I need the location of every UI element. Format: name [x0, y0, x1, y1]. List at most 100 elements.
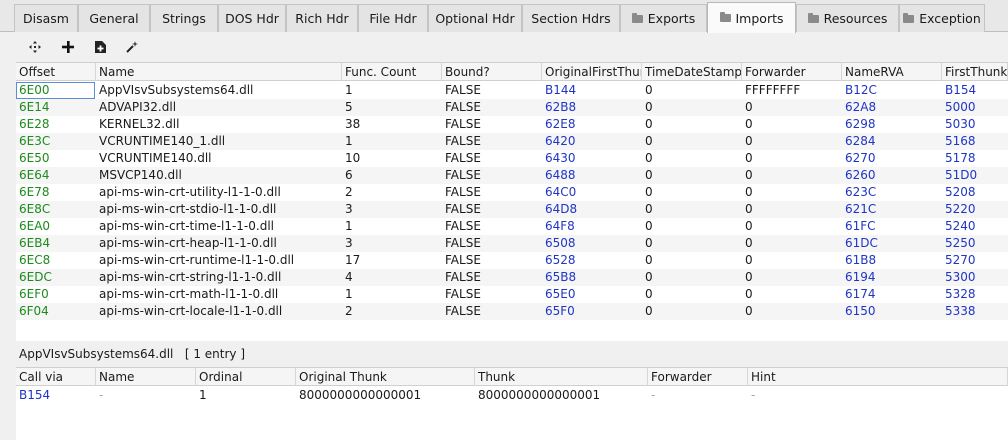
column-header-name[interactable]: Name — [96, 63, 342, 81]
cell-forwarder: - — [651, 388, 656, 402]
import-row[interactable]: 6E64 MSVCP140.dll 6 FALSE 6488 0 0 6260 51D0 — [16, 167, 1008, 184]
column-header-func-count[interactable]: Func. Count — [342, 63, 442, 81]
details-caption: AppVIsvSubsystems64.dll [ 1 entry ] — [19, 347, 246, 361]
column-header-originalfirstthunk[interactable]: OriginalFirstThunk — [542, 63, 642, 81]
cell-bound: FALSE — [445, 134, 481, 148]
cell-func-count: 1 — [345, 83, 353, 97]
add-file-button[interactable] — [89, 36, 111, 58]
tab-dos-hdr[interactable]: DOS Hdr — [218, 4, 286, 32]
import-row[interactable]: 6E3C VCRUNTIME140_1.dll 1 FALSE 6420 0 0 6284 51… — [16, 133, 1008, 150]
column-header-firstthunk[interactable]: FirstThunk — [942, 63, 1008, 81]
column-header-forwarder[interactable]: Forwarder — [742, 63, 842, 81]
imports-table: Offset Name Func. Count Bound? OriginalFirst… — [16, 62, 1008, 341]
cell-firstthunk: 5030 — [945, 117, 976, 131]
cell-firstthunk: 51D0 — [945, 168, 978, 182]
tab-resources[interactable]: Resources — [796, 4, 899, 32]
move-icon — [29, 41, 41, 53]
column-header-thunk[interactable]: Thunk — [475, 368, 648, 386]
import-row[interactable]: 6E28 KERNEL32.dll 38 FALSE 62E8 0 0 6298 5030 — [16, 116, 1008, 133]
tab-section-hdrs[interactable]: Section Hdrs — [522, 4, 620, 32]
cell-namerva: B12C — [845, 83, 877, 97]
cell-timedatestamp: 0 — [645, 202, 653, 216]
import-row[interactable]: 6EDC api-ms-win-crt-string-l1-1-0.dll 4 FAL… — [16, 269, 1008, 286]
imports-toolbar — [0, 33, 1008, 61]
cell-originalfirstthunk: B144 — [545, 83, 577, 97]
cell-offset: 6EF0 — [19, 287, 49, 301]
column-header-forwarder[interactable]: Forwarder — [648, 368, 748, 386]
import-row[interactable]: 6EC8 api-ms-win-crt-runtime-l1-1-0.dll 17 F… — [16, 252, 1008, 269]
import-row[interactable]: 6F04 api-ms-win-crt-locale-l1-1-0.dll 2 FAL… — [16, 303, 1008, 320]
cell-name: api-ms-win-crt-utility-l1-1-0.dll — [99, 185, 281, 199]
cell-originalfirstthunk: 6508 — [545, 236, 576, 250]
cell-firstthunk: 5168 — [945, 134, 976, 148]
cell-func-count: 5 — [345, 100, 353, 114]
tab-optional-hdr[interactable]: Optional Hdr — [428, 4, 522, 32]
column-header-name[interactable]: Name — [96, 368, 196, 386]
move-button[interactable] — [24, 36, 46, 58]
cell-forwarder: 0 — [745, 134, 753, 148]
cell-name: api-ms-win-crt-locale-l1-1-0.dll — [99, 304, 283, 318]
column-header-bound[interactable]: Bound? — [442, 63, 542, 81]
column-header-call-via[interactable]: Call via — [16, 368, 96, 386]
cell-originalfirstthunk: 65B8 — [545, 270, 577, 284]
cell-func-count: 1 — [345, 134, 353, 148]
cell-func-count: 1 — [345, 287, 353, 301]
cell-bound: FALSE — [445, 83, 481, 97]
cell-forwarder: 0 — [745, 151, 753, 165]
column-header-ordinal[interactable]: Ordinal — [196, 368, 296, 386]
tab-rich-hdr[interactable]: Rich Hdr — [286, 4, 358, 32]
tab-strings[interactable]: Strings — [150, 4, 218, 32]
cell-forwarder: 0 — [745, 185, 753, 199]
cell-offset: 6EA0 — [19, 219, 51, 233]
cell-timedatestamp: 0 — [645, 83, 653, 97]
tab-general[interactable]: General — [78, 4, 150, 32]
column-header-hint[interactable]: Hint — [748, 368, 1008, 386]
cell-name: ADVAPI32.dll — [99, 100, 177, 114]
cell-namerva: 6298 — [845, 117, 876, 131]
import-row[interactable]: 6EB4 api-ms-win-crt-heap-l1-1-0.dll 3 FALSE… — [16, 235, 1008, 252]
tab-label: Resources — [823, 11, 888, 26]
import-row[interactable]: 6E78 api-ms-win-crt-utility-l1-1-0.dll 2 FA… — [16, 184, 1008, 201]
magic-wand-button[interactable] — [121, 36, 143, 58]
tab-imports[interactable]: Imports — [707, 2, 796, 33]
cell-func-count: 3 — [345, 236, 353, 250]
column-header-namerva[interactable]: NameRVA — [842, 63, 942, 81]
column-header-original-thunk[interactable]: Original Thunk — [296, 368, 475, 386]
tab-file-hdr[interactable]: File Hdr — [358, 4, 428, 32]
import-row[interactable]: 6EF0 api-ms-win-crt-math-l1-1-0.dll 1 FALSE… — [16, 286, 1008, 303]
cell-timedatestamp: 0 — [645, 287, 653, 301]
tab-label: Exception — [919, 11, 981, 26]
cell-originalfirstthunk: 6430 — [545, 151, 576, 165]
tab-label: General — [89, 11, 139, 26]
import-row[interactable]: 6EA0 api-ms-win-crt-time-l1-1-0.dll 1 FALSE… — [16, 218, 1008, 235]
folder-icon — [631, 12, 643, 23]
add-button[interactable] — [57, 36, 79, 58]
cell-timedatestamp: 0 — [645, 168, 653, 182]
folder-icon — [903, 12, 915, 23]
tab-label: Section Hdrs — [531, 11, 611, 26]
folder-icon — [807, 12, 819, 23]
import-row[interactable]: 6E50 VCRUNTIME140.dll 10 FALSE 6430 0 0 6270 517… — [16, 150, 1008, 167]
cell-originalfirstthunk: 65E0 — [545, 287, 576, 301]
cell-forwarder: 0 — [745, 202, 753, 216]
column-header-timedatestamp[interactable]: TimeDateStamp — [642, 63, 742, 81]
tab-label: File Hdr — [369, 11, 417, 26]
add-icon — [62, 41, 74, 53]
tab-disasm[interactable]: Disasm — [14, 4, 78, 32]
cell-bound: FALSE — [445, 304, 481, 318]
cell-namerva: 61DC — [845, 236, 878, 250]
cell-bound: FALSE — [445, 236, 481, 250]
import-row[interactable]: 6E00 AppVIsvSubsystems64.dll 1 FALSE B144 0 FF… — [16, 82, 1008, 99]
cell-timedatestamp: 0 — [645, 100, 653, 114]
cell-func-count: 3 — [345, 202, 353, 216]
import-row[interactable]: 6E8C api-ms-win-crt-stdio-l1-1-0.dll 3 FALS… — [16, 201, 1008, 218]
detail-row[interactable]: B154 - 1 8000000000000001 8000000000000001 - - — [16, 387, 1008, 404]
cell-thunk: 8000000000000001 — [478, 388, 601, 402]
cell-forwarder: 0 — [745, 219, 753, 233]
import-row[interactable]: 6E14 ADVAPI32.dll 5 FALSE 62B8 0 0 62A8 5000 — [16, 99, 1008, 116]
cell-forwarder: FFFFFFFF — [745, 83, 801, 97]
cell-name: api-ms-win-crt-time-l1-1-0.dll — [99, 219, 274, 233]
column-header-offset[interactable]: Offset — [16, 63, 96, 81]
tab-exception[interactable]: Exception — [899, 4, 985, 32]
tab-exports[interactable]: Exports — [620, 4, 707, 32]
